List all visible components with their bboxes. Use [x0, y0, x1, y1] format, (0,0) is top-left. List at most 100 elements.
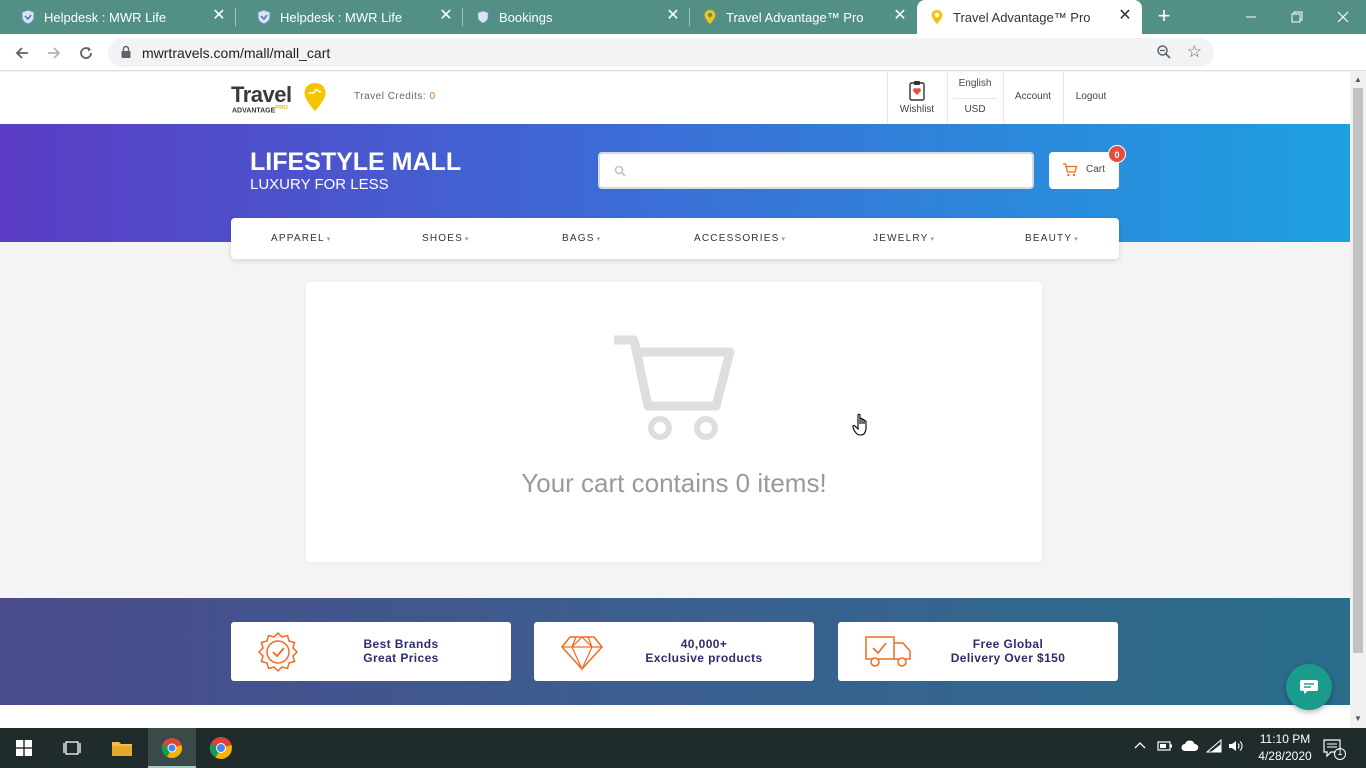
caret-down-icon: ▾	[596, 236, 602, 243]
cart-label: Cart	[1086, 164, 1105, 175]
clipboard-heart-icon	[906, 80, 928, 107]
chrome-profile-taskbar-button[interactable]	[197, 728, 245, 768]
feature-line: Free Global	[972, 637, 1044, 651]
cart-icon	[1062, 163, 1078, 182]
caret-down-icon: ▾	[930, 236, 936, 243]
logout-link[interactable]: Logout	[1063, 91, 1119, 102]
onedrive-cloud-icon[interactable]	[1181, 739, 1199, 756]
caret-down-icon: ▾	[781, 236, 787, 243]
task-view-icon	[63, 741, 81, 755]
feature-strip: Best Brands Great Prices 40,000+ Exclusive…	[0, 598, 1350, 705]
category-label: BAGS	[562, 233, 595, 244]
chat-button[interactable]	[1286, 664, 1332, 710]
category-label: BEAUTY	[1025, 233, 1073, 244]
back-button[interactable]	[10, 41, 34, 65]
empty-cart-icon	[612, 334, 736, 447]
arrow-right-icon	[48, 47, 61, 59]
start-button[interactable]	[0, 728, 48, 768]
system-clock[interactable]: 11:10 PM 4/28/2020	[1250, 731, 1320, 765]
language-label[interactable]: English	[947, 78, 1003, 89]
reload-button[interactable]	[74, 41, 98, 65]
travel-advantage-logo[interactable]: Travel ADVANTAGEPRO	[231, 80, 326, 116]
browser-tab[interactable]: Helpdesk : MWR Life ✕	[0, 0, 236, 34]
clock-time: 11:10 PM	[1259, 732, 1311, 746]
category-label: SHOES	[422, 233, 464, 244]
file-explorer-button[interactable]	[98, 728, 146, 768]
browser-tab[interactable]: Helpdesk : MWR Life ✕	[236, 0, 463, 34]
close-icon[interactable]: ✕	[666, 8, 680, 24]
mall-search-box[interactable]	[598, 152, 1034, 189]
category-apparel[interactable]: APPAREL ▾	[271, 233, 332, 244]
arrow-left-icon	[15, 47, 28, 59]
bookmark-star-icon[interactable]: ☆	[1187, 42, 1202, 62]
logo-sub-text: ADVANTAGEPRO	[232, 105, 288, 115]
category-shoes[interactable]: SHOES ▾	[422, 233, 470, 244]
close-icon[interactable]: ✕	[893, 8, 907, 24]
new-tab-button[interactable]: +	[1153, 5, 1175, 28]
category-accessories[interactable]: ACCESSORIES ▾	[694, 233, 786, 244]
badge-check-icon	[257, 631, 299, 678]
browser-tab-active[interactable]: Travel Advantage™ Pro ✕	[917, 0, 1142, 34]
tab-title: Travel Advantage™ Pro	[953, 9, 1091, 25]
currency-label[interactable]: USD	[947, 104, 1003, 115]
battery-icon[interactable]	[1157, 739, 1173, 756]
chat-bubble-icon	[1299, 679, 1319, 700]
search-input[interactable]	[636, 160, 1016, 182]
account-link[interactable]: Account	[1003, 91, 1063, 102]
scrollbar-thumb[interactable]	[1353, 88, 1363, 653]
tab-title: Travel Advantage™ Pro	[726, 9, 864, 25]
address-bar[interactable]: mwrtravels.com/mall/mall_cart ☆	[108, 38, 1214, 67]
feature-text: Free Global Delivery Over $150	[908, 637, 1108, 665]
page-viewport: Travel ADVANTAGEPRO Travel Credits: 0 Wi…	[0, 72, 1350, 728]
close-icon[interactable]: ✕	[212, 8, 226, 24]
forward-button[interactable]	[42, 41, 66, 65]
task-view-button[interactable]	[48, 728, 96, 768]
folder-icon	[112, 742, 132, 756]
language-currency-selector[interactable]: English USD	[947, 72, 1003, 124]
browser-tab-strip: Helpdesk : MWR Life ✕ Helpdesk : MWR Lif…	[0, 0, 1366, 34]
shield-icon	[20, 9, 36, 25]
category-bags[interactable]: BAGS ▾	[562, 233, 601, 244]
chrome-icon	[209, 737, 232, 759]
minimize-icon	[1246, 16, 1256, 18]
pin-icon	[929, 9, 945, 25]
wifi-icon[interactable]	[1205, 738, 1222, 756]
credits-value: 0	[429, 91, 436, 102]
windows-logo-icon	[16, 740, 32, 756]
cart-count-badge: 0	[1108, 145, 1126, 163]
scroll-up-icon[interactable]: ▲	[1354, 75, 1362, 84]
feature-line: Great Prices	[363, 651, 439, 665]
feature-card: 40,000+ Exclusive products	[534, 622, 814, 681]
empty-cart-message: Your cart contains 0 items!	[521, 468, 827, 498]
page-scrollbar[interactable]: ▲ ▼	[1350, 72, 1366, 728]
hand-cursor-icon	[852, 413, 870, 442]
shield-icon	[475, 9, 491, 25]
chevron-up-icon[interactable]	[1133, 739, 1147, 756]
lock-icon	[120, 45, 132, 64]
caret-down-icon: ▾	[465, 236, 470, 243]
tab-title: Helpdesk : MWR Life	[280, 9, 403, 25]
feature-card: Free Global Delivery Over $150	[838, 622, 1118, 681]
chrome-icon	[161, 738, 182, 759]
close-icon[interactable]: ✕	[1118, 8, 1132, 24]
close-icon[interactable]: ✕	[439, 8, 453, 24]
mall-title: LIFESTYLE MALL	[250, 148, 462, 176]
action-center-button[interactable]: 1	[1322, 738, 1346, 765]
wishlist-link[interactable]: Wishlist	[887, 72, 947, 124]
tab-title: Bookings	[499, 9, 553, 25]
zoom-icon[interactable]	[1156, 44, 1172, 65]
pin-icon	[303, 82, 327, 117]
browser-tab[interactable]: Travel Advantage™ Pro ✕	[690, 0, 917, 34]
restore-button[interactable]	[1274, 0, 1320, 34]
volume-icon[interactable]	[1228, 739, 1244, 756]
feature-line: 40,000+	[680, 637, 728, 651]
scroll-down-icon[interactable]: ▼	[1354, 714, 1362, 723]
browser-tab[interactable]: Bookings ✕	[463, 0, 690, 34]
window-close-button[interactable]	[1320, 0, 1366, 34]
category-jewelry[interactable]: JEWELRY ▾	[873, 233, 935, 244]
category-beauty[interactable]: BEAUTY ▾	[1025, 233, 1079, 244]
diamond-icon	[560, 631, 604, 678]
minimize-button[interactable]	[1228, 0, 1274, 34]
restore-icon	[1291, 11, 1303, 23]
chrome-taskbar-button[interactable]	[148, 728, 196, 768]
